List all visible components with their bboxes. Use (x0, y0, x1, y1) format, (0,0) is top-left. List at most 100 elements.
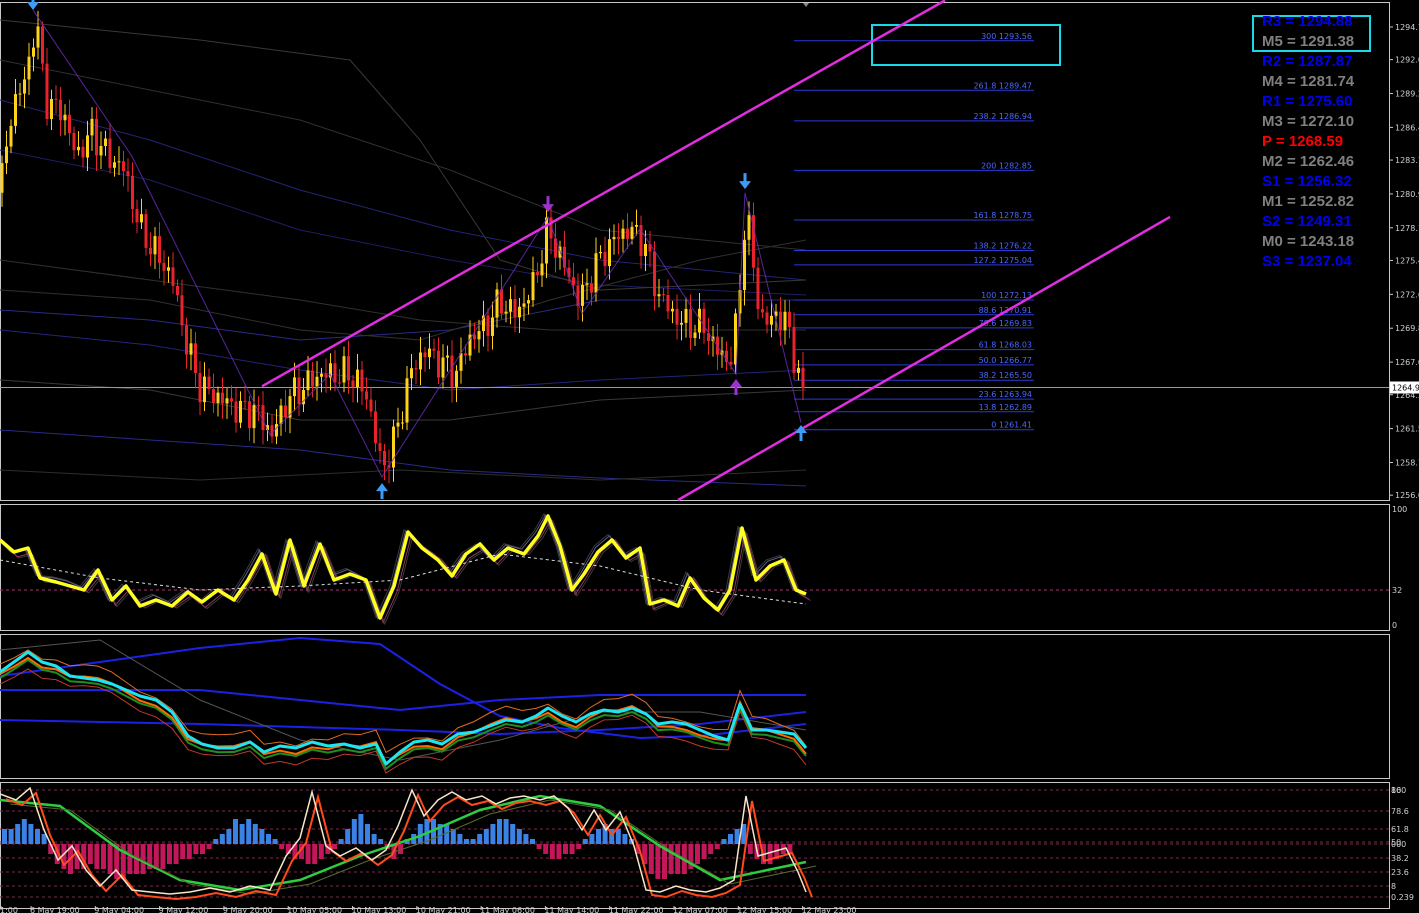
candle-body (441, 357, 445, 378)
histogram-bar (701, 844, 707, 859)
price-tick-label: 1292.0 (1395, 56, 1419, 65)
pivot-level-label: M3 = 1272.10 (1262, 113, 1355, 130)
panel-frame (0, 634, 1390, 779)
fibonacci-level-label: 261.8 1289.47 (973, 81, 1032, 90)
candle-body (149, 247, 152, 255)
histogram-bar (318, 844, 324, 859)
candle-body (414, 368, 418, 370)
candle-body (770, 315, 773, 325)
candle-body (522, 303, 526, 307)
histogram-bar (543, 844, 549, 854)
candle-body (662, 294, 665, 296)
candle-body (581, 284, 584, 306)
price-tick-label: 1278.1 (1395, 224, 1419, 233)
candle-body (275, 424, 278, 437)
fractal-up-arrow (730, 379, 742, 396)
histogram-bar (87, 844, 93, 864)
histogram-bar (477, 834, 483, 844)
candle-body (374, 411, 377, 444)
candle-body (765, 312, 769, 325)
histogram-bar (200, 844, 205, 854)
panel2-grey-line (0, 639, 807, 761)
histogram-bar (239, 824, 245, 844)
candle-body (194, 343, 197, 374)
histogram-bar (365, 824, 370, 844)
candle-body (0, 163, 4, 193)
pivot-level-label: M2 = 1262.46 (1262, 153, 1355, 170)
time-tick-label: 11 May 22:00 (609, 906, 664, 913)
candle-body (531, 272, 535, 301)
candle-body (536, 272, 539, 276)
histogram-bar (94, 844, 100, 869)
candle-body (635, 225, 638, 227)
pivot-level-label: R1 = 1275.60 (1262, 93, 1353, 110)
candle-body (54, 98, 58, 100)
candle-body (315, 376, 319, 387)
pivot-level-label: S3 = 1237.04 (1262, 253, 1352, 270)
candle-body (90, 118, 94, 136)
candle-body (396, 422, 400, 427)
trading-chart[interactable]: 300 1293.56 261.8 1289.47 238.2 1286.94 200… (0, 0, 1419, 913)
histogram-bar (213, 839, 219, 844)
candle-body (783, 311, 787, 331)
price-tick-label: 1283.7 (1395, 156, 1419, 165)
panel-frame (0, 2, 1390, 501)
candle-body (644, 243, 647, 257)
price-tick-label: 1280.9 (1395, 190, 1419, 199)
histogram-bar (226, 829, 232, 844)
histogram-bar (721, 839, 727, 844)
candle-body (99, 145, 103, 156)
chart-svg[interactable]: 300 1293.56 261.8 1289.47 238.2 1286.94 200… (0, 0, 1419, 913)
candle-body (792, 326, 796, 373)
panel3-level-label: 86 (1391, 786, 1401, 795)
panel3-level-label: 000 (1391, 840, 1406, 849)
fractal-down-arrow (27, 0, 39, 11)
candle-body (248, 401, 251, 429)
pivot-level-label: M5 = 1291.38 (1262, 33, 1355, 50)
candle-body (495, 289, 499, 318)
candle-body (311, 370, 314, 387)
histogram-bar (530, 839, 535, 844)
channel-lower-line (677, 215, 1171, 502)
candle-body (171, 267, 175, 286)
panel-frame (0, 504, 1390, 631)
candle-body (428, 348, 431, 358)
price-tick-label: 1272.6 (1395, 290, 1419, 299)
candle-body (518, 306, 521, 318)
histogram-bar (464, 839, 469, 844)
candle-body (167, 267, 170, 271)
price-tick-label: 1261.5 (1395, 425, 1419, 434)
pivot-level-label: S1 = 1256.32 (1262, 173, 1352, 190)
panel3-level-label: 8 (1391, 882, 1396, 891)
histogram-bar (675, 844, 681, 874)
candle-body (491, 317, 494, 336)
histogram-bar (516, 829, 522, 844)
fibonacci-level-label: 100 1272.13 (981, 291, 1032, 300)
candle-body (747, 215, 751, 240)
histogram-bar (180, 844, 186, 859)
envelope-band (0, 19, 807, 291)
fibonacci-level-label: 23.6 1263.94 (979, 390, 1032, 399)
pivot-level-label: M0 = 1243.18 (1262, 233, 1355, 250)
candle-body (432, 348, 436, 351)
histogram-bar (305, 844, 311, 864)
histogram-bar (497, 819, 502, 844)
price-tick-label: 1258.7 (1395, 458, 1419, 467)
histogram-bar (2, 829, 7, 844)
histogram-bar (582, 839, 588, 844)
candle-body (306, 370, 310, 391)
candle-body (410, 368, 413, 379)
histogram-bar (615, 829, 621, 844)
histogram-bar (266, 834, 271, 844)
fibonacci-level-label: 200 1282.85 (981, 161, 1032, 170)
panel2-orange-line (0, 656, 807, 766)
envelope-band (0, 469, 807, 481)
candle-body (257, 405, 260, 407)
candle-body (68, 114, 71, 133)
candle-body (216, 392, 220, 403)
current-price-label: 1264.9 (1392, 383, 1419, 392)
candle-body (153, 236, 157, 255)
candle-body (423, 352, 427, 358)
candle-body (513, 299, 517, 318)
candle-body (351, 380, 355, 387)
